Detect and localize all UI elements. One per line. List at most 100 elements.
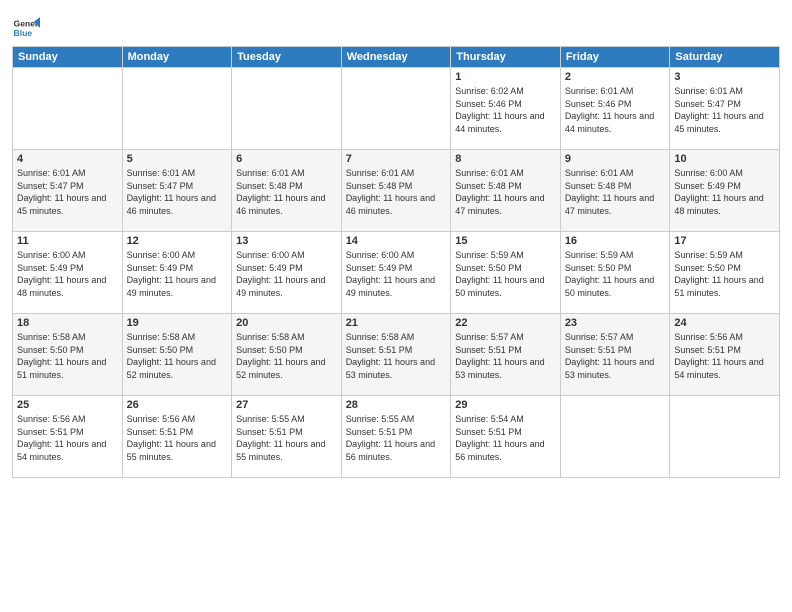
day-info: Sunrise: 6:00 AM Sunset: 5:49 PM Dayligh…	[127, 249, 228, 299]
day-info: Sunrise: 6:01 AM Sunset: 5:48 PM Dayligh…	[455, 167, 556, 217]
day-info: Sunrise: 6:01 AM Sunset: 5:48 PM Dayligh…	[346, 167, 447, 217]
calendar-cell: 5 Sunrise: 6:01 AM Sunset: 5:47 PM Daylig…	[122, 150, 232, 232]
svg-text:Blue: Blue	[14, 28, 33, 38]
day-info: Sunrise: 6:01 AM Sunset: 5:47 PM Dayligh…	[17, 167, 118, 217]
day-info: Sunrise: 6:00 AM Sunset: 5:49 PM Dayligh…	[674, 167, 775, 217]
calendar-week-row: 11 Sunrise: 6:00 AM Sunset: 5:49 PM Dayli…	[13, 232, 780, 314]
calendar-week-row: 1 Sunrise: 6:02 AM Sunset: 5:46 PM Daylig…	[13, 68, 780, 150]
calendar-cell	[232, 68, 342, 150]
day-number: 15	[455, 235, 556, 247]
day-number: 27	[236, 399, 337, 411]
day-number: 3	[674, 71, 775, 83]
day-number: 8	[455, 153, 556, 165]
day-number: 19	[127, 317, 228, 329]
calendar-cell	[341, 68, 451, 150]
day-number: 6	[236, 153, 337, 165]
day-info: Sunrise: 5:59 AM Sunset: 5:50 PM Dayligh…	[455, 249, 556, 299]
logo: General Blue	[12, 14, 40, 42]
page-container: General Blue SundayMondayTuesdayWednesda…	[0, 0, 792, 484]
day-info: Sunrise: 5:59 AM Sunset: 5:50 PM Dayligh…	[674, 249, 775, 299]
calendar-cell: 26 Sunrise: 5:56 AM Sunset: 5:51 PM Dayli…	[122, 396, 232, 478]
calendar-cell: 21Sunrise: 5:58 AM Sunset: 5:51 PM Dayli…	[341, 314, 451, 396]
calendar-cell	[122, 68, 232, 150]
calendar-cell: 17 Sunrise: 5:59 AM Sunset: 5:50 PM Dayli…	[670, 232, 780, 314]
day-info: Sunrise: 5:56 AM Sunset: 5:51 PM Dayligh…	[127, 413, 228, 463]
calendar-cell	[560, 396, 670, 478]
day-number: 2	[565, 71, 666, 83]
day-info: Sunrise: 5:57 AM Sunset: 5:51 PM Dayligh…	[455, 331, 556, 381]
calendar-cell: 15 Sunrise: 5:59 AM Sunset: 5:50 PM Dayli…	[451, 232, 561, 314]
calendar-cell: 12 Sunrise: 6:00 AM Sunset: 5:49 PM Dayli…	[122, 232, 232, 314]
column-header-thursday: Thursday	[451, 47, 561, 68]
calendar-cell: 13 Sunrise: 6:00 AM Sunset: 5:49 PM Dayli…	[232, 232, 342, 314]
day-number: 17	[674, 235, 775, 247]
calendar-cell: 2 Sunrise: 6:01 AM Sunset: 5:46 PM Daylig…	[560, 68, 670, 150]
day-number: 26	[127, 399, 228, 411]
day-number: 5	[127, 153, 228, 165]
day-number: 24	[674, 317, 775, 329]
calendar-cell: 24 Sunrise: 5:56 AM Sunset: 5:51 PM Dayli…	[670, 314, 780, 396]
calendar-cell: 19 Sunrise: 5:58 AM Sunset: 5:50 PM Dayli…	[122, 314, 232, 396]
day-number: 7	[346, 153, 447, 165]
calendar-cell: 1 Sunrise: 6:02 AM Sunset: 5:46 PM Daylig…	[451, 68, 561, 150]
day-number: 29	[455, 399, 556, 411]
calendar-cell: 25 Sunrise: 5:56 AM Sunset: 5:51 PM Dayli…	[13, 396, 123, 478]
column-header-friday: Friday	[560, 47, 670, 68]
day-info: Sunrise: 6:00 AM Sunset: 5:49 PM Dayligh…	[17, 249, 118, 299]
header-row: General Blue	[12, 10, 780, 42]
day-number: 9	[565, 153, 666, 165]
calendar-cell: 22 Sunrise: 5:57 AM Sunset: 5:51 PM Dayli…	[451, 314, 561, 396]
day-info: Sunrise: 6:00 AM Sunset: 5:49 PM Dayligh…	[346, 249, 447, 299]
day-info: Sunrise: 5:55 AM Sunset: 5:51 PM Dayligh…	[346, 413, 447, 463]
column-header-monday: Monday	[122, 47, 232, 68]
day-number: 13	[236, 235, 337, 247]
calendar-cell: 16 Sunrise: 5:59 AM Sunset: 5:50 PM Dayli…	[560, 232, 670, 314]
day-info: Sunrise: 6:00 AM Sunset: 5:49 PM Dayligh…	[236, 249, 337, 299]
calendar-cell: 10 Sunrise: 6:00 AM Sunset: 5:49 PM Dayli…	[670, 150, 780, 232]
day-info: Sunrise: 5:54 AM Sunset: 5:51 PM Dayligh…	[455, 413, 556, 463]
column-header-sunday: Sunday	[13, 47, 123, 68]
day-number: 25	[17, 399, 118, 411]
day-info: Sunrise: 5:58 AM Sunset: 5:50 PM Dayligh…	[17, 331, 118, 381]
column-header-saturday: Saturday	[670, 47, 780, 68]
day-number: 21	[346, 317, 447, 329]
day-number: 11	[17, 235, 118, 247]
day-info: Sunrise: 5:56 AM Sunset: 5:51 PM Dayligh…	[674, 331, 775, 381]
day-info: Sunrise: 5:58 AM Sunset: 5:50 PM Dayligh…	[236, 331, 337, 381]
day-info: Sunrise: 5:56 AM Sunset: 5:51 PM Dayligh…	[17, 413, 118, 463]
calendar-week-row: 4 Sunrise: 6:01 AM Sunset: 5:47 PM Daylig…	[13, 150, 780, 232]
calendar-cell: 20Sunrise: 5:58 AM Sunset: 5:50 PM Dayli…	[232, 314, 342, 396]
calendar-cell: 7 Sunrise: 6:01 AM Sunset: 5:48 PM Daylig…	[341, 150, 451, 232]
calendar-cell: 18 Sunrise: 5:58 AM Sunset: 5:50 PM Dayli…	[13, 314, 123, 396]
day-info: Sunrise: 5:58 AM Sunset: 5:50 PM Dayligh…	[127, 331, 228, 381]
day-info: Sunrise: 6:01 AM Sunset: 5:48 PM Dayligh…	[565, 167, 666, 217]
day-info: Sunrise: 6:01 AM Sunset: 5:47 PM Dayligh…	[674, 85, 775, 135]
calendar-cell	[670, 396, 780, 478]
calendar-week-row: 25 Sunrise: 5:56 AM Sunset: 5:51 PM Dayli…	[13, 396, 780, 478]
calendar-header-row: SundayMondayTuesdayWednesdayThursdayFrid…	[13, 47, 780, 68]
calendar-cell: 6 Sunrise: 6:01 AM Sunset: 5:48 PM Daylig…	[232, 150, 342, 232]
day-number: 18	[17, 317, 118, 329]
day-info: Sunrise: 5:55 AM Sunset: 5:51 PM Dayligh…	[236, 413, 337, 463]
column-header-wednesday: Wednesday	[341, 47, 451, 68]
calendar-week-row: 18 Sunrise: 5:58 AM Sunset: 5:50 PM Dayli…	[13, 314, 780, 396]
calendar-table: SundayMondayTuesdayWednesdayThursdayFrid…	[12, 46, 780, 478]
calendar-cell: 11 Sunrise: 6:00 AM Sunset: 5:49 PM Dayli…	[13, 232, 123, 314]
day-info: Sunrise: 6:02 AM Sunset: 5:46 PM Dayligh…	[455, 85, 556, 135]
day-number: 4	[17, 153, 118, 165]
day-info: Sunrise: 5:59 AM Sunset: 5:50 PM Dayligh…	[565, 249, 666, 299]
day-number: 22	[455, 317, 556, 329]
day-info: Sunrise: 6:01 AM Sunset: 5:47 PM Dayligh…	[127, 167, 228, 217]
day-number: 12	[127, 235, 228, 247]
day-number: 23	[565, 317, 666, 329]
day-number: 16	[565, 235, 666, 247]
day-info: Sunrise: 6:01 AM Sunset: 5:48 PM Dayligh…	[236, 167, 337, 217]
calendar-cell: 8 Sunrise: 6:01 AM Sunset: 5:48 PM Daylig…	[451, 150, 561, 232]
day-info: Sunrise: 6:01 AM Sunset: 5:46 PM Dayligh…	[565, 85, 666, 135]
calendar-cell: 3 Sunrise: 6:01 AM Sunset: 5:47 PM Daylig…	[670, 68, 780, 150]
day-number: 1	[455, 71, 556, 83]
logo-icon: General Blue	[12, 14, 40, 42]
calendar-cell: 23Sunrise: 5:57 AM Sunset: 5:51 PM Dayli…	[560, 314, 670, 396]
day-number: 10	[674, 153, 775, 165]
calendar-cell: 27 Sunrise: 5:55 AM Sunset: 5:51 PM Dayli…	[232, 396, 342, 478]
